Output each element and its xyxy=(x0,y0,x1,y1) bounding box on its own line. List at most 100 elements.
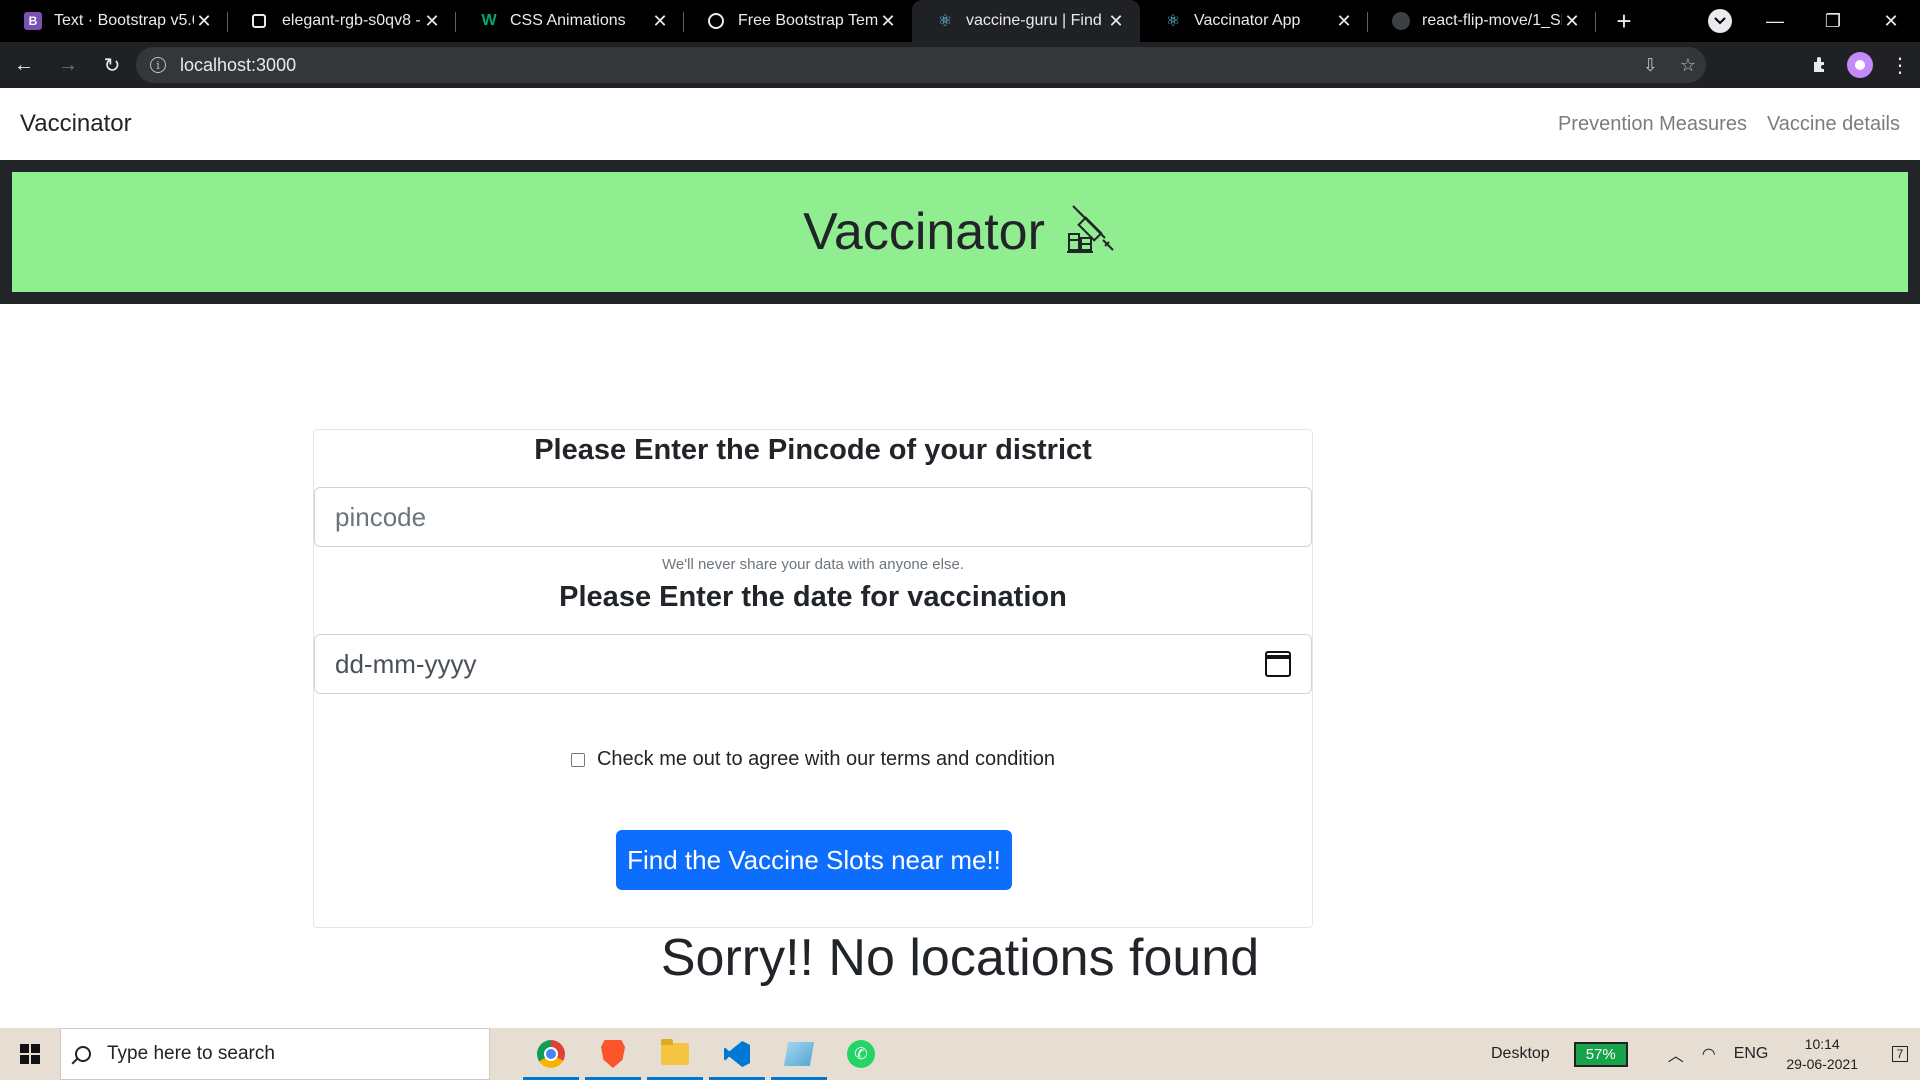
taskbar-app-whatsapp[interactable]: ✆ xyxy=(830,1028,892,1080)
date-heading: Please Enter the date for vaccination xyxy=(559,581,1067,613)
taskbar-app-brave[interactable] xyxy=(582,1028,644,1080)
bookmark-star-icon[interactable]: ☆ xyxy=(1680,55,1696,76)
tab-title: CSS Animations xyxy=(510,12,626,29)
no-locations-message: Sorry!! No locations found xyxy=(660,929,1260,987)
nav-link-vaccine-details[interactable]: Vaccine details xyxy=(1767,113,1900,136)
pincode-heading: Please Enter the Pincode of your distric… xyxy=(534,434,1092,466)
extensions-icon[interactable] xyxy=(1800,45,1840,85)
taskbar-apps: ✆ xyxy=(520,1028,892,1080)
vaccine-syringe-icon xyxy=(1065,204,1117,261)
tab-strip: B Text · Bootstrap v5.0 ✕ elegant-rgb-s0… xyxy=(0,0,1920,42)
search-icon xyxy=(75,1046,91,1062)
hero-banner: Vaccinator xyxy=(12,172,1908,292)
help-text: We'll never share your data with anyone … xyxy=(662,556,964,573)
tab-free-bootstrap-templates[interactable]: Free Bootstrap Templa ✕ xyxy=(684,0,912,42)
tab-title: vaccine-guru | Find va xyxy=(966,12,1106,29)
system-tray: Desktop 57% ︿ ◠ ENG 10:14 29-06-2021 7 xyxy=(1491,1028,1920,1080)
vscode-icon xyxy=(724,1041,750,1067)
tab-react-flip-move[interactable]: react-flip-move/1_Shu ✕ xyxy=(1368,0,1596,42)
terms-checkbox-row: Check me out to agree with our terms and… xyxy=(314,748,1312,771)
url-text[interactable]: localhost:3000 xyxy=(180,55,296,76)
file-explorer-icon xyxy=(661,1039,689,1065)
react-icon: ⚛ xyxy=(937,13,953,30)
desktop-toolbar-label[interactable]: Desktop xyxy=(1491,1045,1550,1063)
windows-logo-icon xyxy=(20,1044,40,1064)
tab-title: Vaccinator App xyxy=(1194,12,1301,29)
menu-kebab-icon[interactable]: ⋮ xyxy=(1880,45,1920,85)
minimize-icon[interactable]: — xyxy=(1746,0,1804,42)
terms-checkbox[interactable] xyxy=(570,752,585,767)
navbar: Vaccinator Prevention Measures Vaccine d… xyxy=(0,88,1920,160)
close-icon[interactable]: ✕ xyxy=(878,11,898,31)
close-icon[interactable]: ✕ xyxy=(1334,11,1354,31)
tab-title: elegant-rgb-s0qv8 - C xyxy=(282,12,422,29)
address-bar[interactable]: i localhost:3000 ⇩ ☆ xyxy=(136,47,1706,83)
close-icon[interactable]: ✕ xyxy=(194,11,214,31)
install-app-icon[interactable]: ⇩ xyxy=(1643,55,1658,76)
windows-taskbar: Type here to search ✆ Desktop 57% ︿ ◠ EN… xyxy=(0,1028,1920,1080)
taskbar-app-vscode[interactable] xyxy=(706,1028,768,1080)
tab-css-animations[interactable]: W CSS Animations ✕ xyxy=(456,0,684,42)
window-controls: — ❐ ✕ xyxy=(1746,0,1920,42)
search-card: Please Enter the Pincode of your distric… xyxy=(313,429,1313,928)
tab-title: Free Bootstrap Templa xyxy=(738,12,878,29)
taskbar-search-placeholder: Type here to search xyxy=(107,1043,275,1064)
close-icon[interactable]: ✕ xyxy=(422,11,442,31)
tab-vaccine-guru[interactable]: ⚛ vaccine-guru | Find va ✕ xyxy=(912,0,1140,42)
battery-indicator[interactable]: 57% xyxy=(1573,1041,1628,1067)
wifi-icon[interactable]: ◠ xyxy=(1702,1044,1716,1064)
reload-icon[interactable]: ↻ xyxy=(92,45,132,85)
chevron-up-icon[interactable]: ︿ xyxy=(1668,1042,1684,1066)
close-window-icon[interactable]: ✕ xyxy=(1862,0,1920,42)
language-indicator[interactable]: ENG xyxy=(1734,1045,1769,1063)
close-icon[interactable]: ✕ xyxy=(650,11,670,31)
start-button[interactable] xyxy=(0,1028,60,1080)
globe-icon xyxy=(708,13,724,29)
new-tab-button[interactable]: + xyxy=(1604,0,1644,42)
close-icon[interactable]: ✕ xyxy=(1562,11,1582,31)
browser-toolbar: ← → ↻ i localhost:3000 ⇩ ☆ ⋮ xyxy=(0,42,1920,88)
taskbar-app-file-explorer[interactable] xyxy=(644,1028,706,1080)
tab-separator xyxy=(1595,12,1596,32)
notification-center-icon[interactable]: 7 xyxy=(1880,1028,1920,1080)
w3schools-icon: W xyxy=(481,12,497,29)
react-icon: ⚛ xyxy=(1165,13,1181,30)
taskbar-app-notes[interactable] xyxy=(768,1028,830,1080)
close-icon[interactable]: ✕ xyxy=(1106,11,1126,31)
back-icon[interactable]: ← xyxy=(4,45,44,85)
navbar-links: Prevention Measures Vaccine details xyxy=(1558,113,1900,136)
nav-link-prevention-measures[interactable]: Prevention Measures xyxy=(1558,113,1747,136)
avatar-icon xyxy=(1847,52,1873,78)
bootstrap-icon: B xyxy=(24,12,42,30)
tab-title: Text · Bootstrap v5.0 xyxy=(54,12,194,29)
hero-title: Vaccinator xyxy=(803,203,1045,261)
brave-icon xyxy=(601,1040,625,1068)
pincode-input[interactable]: pincode xyxy=(314,487,1312,547)
taskbar-search[interactable]: Type here to search xyxy=(60,1028,490,1080)
forward-icon[interactable]: → xyxy=(48,45,88,85)
clock-time: 10:14 xyxy=(1804,1036,1840,1052)
clock-date: 29-06-2021 xyxy=(1786,1056,1858,1072)
date-input[interactable]: dd-mm-yyyy xyxy=(314,634,1312,694)
github-icon xyxy=(1392,12,1410,30)
tab-codesandbox[interactable]: elegant-rgb-s0qv8 - C ✕ xyxy=(228,0,456,42)
tab-bootstrap-text[interactable]: B Text · Bootstrap v5.0 ✕ xyxy=(0,0,228,42)
find-slots-button[interactable]: Find the Vaccine Slots near me!! xyxy=(616,830,1012,890)
hero-frame: Vaccinator xyxy=(0,160,1920,304)
terms-checkbox-label[interactable]: Check me out to agree with our terms and… xyxy=(597,748,1055,771)
chrome-icon xyxy=(537,1040,565,1068)
taskbar-app-chrome[interactable] xyxy=(520,1028,582,1080)
tab-title: react-flip-move/1_Shu xyxy=(1422,12,1562,29)
site-info-icon[interactable]: i xyxy=(150,57,166,73)
calendar-icon[interactable] xyxy=(1264,651,1291,677)
page-content: Vaccinator Prevention Measures Vaccine d… xyxy=(0,88,1920,1028)
clock[interactable]: 10:14 29-06-2021 xyxy=(1786,1034,1858,1074)
codesandbox-icon xyxy=(252,14,266,28)
tab-search-icon[interactable] xyxy=(1708,9,1732,33)
tab-vaccinator-app[interactable]: ⚛ Vaccinator App ✕ xyxy=(1140,0,1368,42)
notification-count: 7 xyxy=(1891,1046,1909,1062)
navbar-brand[interactable]: Vaccinator xyxy=(20,110,132,138)
profile-avatar[interactable] xyxy=(1840,45,1880,85)
whatsapp-icon: ✆ xyxy=(847,1040,875,1068)
restore-icon[interactable]: ❐ xyxy=(1804,0,1862,42)
